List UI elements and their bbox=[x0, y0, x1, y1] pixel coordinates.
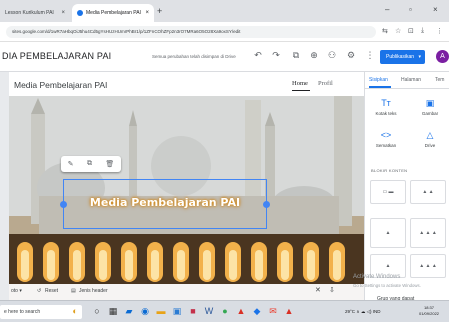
browser-tab-strip: Lesson Kurikulum PAI × Media Pembelajara… bbox=[0, 0, 449, 22]
publish-label: Publikasikan bbox=[386, 54, 415, 60]
tab-halaman[interactable]: Halaman bbox=[401, 77, 421, 83]
tab-tema[interactable]: Tem bbox=[435, 77, 444, 83]
text-box-floating-toolbar: ✎ ⧉ 🗑 bbox=[61, 156, 121, 172]
nav-home[interactable]: Home bbox=[292, 80, 308, 87]
header-type-button[interactable]: Jenis header bbox=[79, 288, 108, 294]
settings-gear-icon[interactable]: ⚙ bbox=[345, 50, 357, 61]
task-view-icon[interactable]: ▦ bbox=[108, 306, 118, 317]
duplicate-icon[interactable]: ⧉ bbox=[87, 160, 92, 168]
content-blocks-heading: BLOKIR KONTEN bbox=[371, 168, 408, 173]
address-bar-row: sites.google.com/d/1wR7aHbqOiJ5hu4Cd5gYs… bbox=[0, 22, 449, 42]
activate-windows-subtext: Go to Settings to activate Windows. bbox=[353, 283, 421, 288]
redo-icon[interactable]: ↷ bbox=[270, 50, 282, 61]
address-bar-input[interactable]: sites.google.com/d/1wR7aHbqOiJ5hu4Cd5gYs… bbox=[6, 26, 376, 38]
app-icon-3[interactable]: ✉ bbox=[268, 306, 278, 317]
new-tab-icon[interactable]: + bbox=[157, 6, 162, 16]
screen: Lesson Kurikulum PAI × Media Pembelajara… bbox=[0, 0, 449, 322]
layout-block-1[interactable]: ▭ ▬ bbox=[370, 180, 406, 204]
insert-text-box[interactable]: Tт Kotak teks bbox=[369, 98, 403, 116]
extensions-icon[interactable]: ⊡ bbox=[408, 27, 414, 35]
system-tray[interactable]: 29°C ∧ ☁ ◁) IND bbox=[345, 309, 381, 315]
tab-label: Lesson Kurikulum PAI bbox=[5, 10, 54, 16]
expand-icon[interactable]: ✕ bbox=[315, 286, 321, 294]
mail-icon[interactable]: ▰ bbox=[124, 306, 134, 317]
publish-button[interactable]: Publikasikan ▾ bbox=[380, 50, 425, 64]
translate-icon[interactable]: ⇆ bbox=[382, 27, 388, 35]
file-explorer-icon[interactable]: ▬ bbox=[156, 306, 166, 317]
nav-profil[interactable]: Profil bbox=[318, 80, 333, 87]
sites-editor-toolbar: DIA PEMBELAJARAN PAI Semua perubahan tel… bbox=[0, 42, 449, 72]
windows-taskbar: e here to search ◐ ○ ▦ ▰ ◉ ▬ ▣ ■ W ● ▲ ◆… bbox=[0, 300, 449, 322]
acrobat-icon[interactable]: ▲ bbox=[284, 306, 294, 317]
insert-embed[interactable]: <> Sematkan bbox=[369, 130, 403, 148]
insert-item-label: Sematkan bbox=[375, 143, 397, 148]
site-header: Media Pembelajaran PAI Home Profil bbox=[9, 72, 364, 96]
insert-image[interactable]: ▣ Gambar bbox=[413, 98, 447, 116]
reset-icon[interactable]: ↺ bbox=[37, 288, 41, 294]
app-icon[interactable]: ▲ bbox=[236, 306, 246, 317]
tab-sisipkan[interactable]: Sisipkan bbox=[369, 77, 388, 83]
insert-item-label: Kotak teks bbox=[375, 111, 397, 116]
image-options-dropdown[interactable]: oto ▾ bbox=[11, 288, 22, 294]
weather-icon[interactable]: ◐ bbox=[70, 306, 80, 317]
save-status: Semua perubahan telah disimpan di Drive bbox=[152, 54, 236, 59]
copy-link-icon[interactable]: ⊕ bbox=[308, 50, 320, 61]
canvas-gutter bbox=[0, 72, 9, 300]
activate-windows-watermark: Activate Windows bbox=[353, 274, 401, 280]
tab-close-icon[interactable]: × bbox=[61, 10, 65, 16]
hero-title[interactable]: Media Pembelajaran PAI bbox=[63, 196, 267, 209]
app-icon-2[interactable]: ◆ bbox=[252, 306, 262, 317]
edit-pencil-icon[interactable]: ✎ bbox=[68, 160, 74, 168]
store-icon[interactable]: ▣ bbox=[172, 306, 182, 317]
download-icon[interactable]: ⤓ bbox=[421, 27, 424, 35]
scroll-down-icon[interactable]: ⇩ bbox=[329, 286, 335, 294]
minimize-icon[interactable]: – bbox=[385, 5, 389, 14]
header-edit-toolbar: oto ▾ ↺ Reset ▤ Jenis header ✕ ⇩ bbox=[9, 284, 364, 300]
more-options-icon[interactable]: ⋮ bbox=[364, 50, 376, 61]
powerpoint-icon[interactable]: ■ bbox=[188, 306, 198, 317]
taskbar-clock[interactable]: 18:37 01/09/2022 bbox=[419, 305, 439, 317]
insert-side-panel: Sisipkan Halaman Tem Tт Kotak teks ▣ Gam… bbox=[364, 72, 449, 300]
edge-icon[interactable]: ◉ bbox=[140, 306, 150, 317]
preview-icon[interactable]: ⧉ bbox=[290, 50, 302, 61]
bookmark-star-icon[interactable]: ☆ bbox=[395, 27, 401, 35]
chevron-down-icon[interactable]: ▾ bbox=[418, 50, 421, 64]
header-type-icon[interactable]: ▤ bbox=[71, 288, 76, 294]
insert-drive[interactable]: △ Drive bbox=[413, 130, 447, 148]
browser-tab-kurikulum[interactable]: Lesson Kurikulum PAI × bbox=[0, 4, 70, 22]
tab-close-icon[interactable]: × bbox=[145, 10, 149, 16]
hero-banner[interactable]: ✎ ⧉ 🗑 Media Pembelajaran PAI oto ▾ ↺ Res… bbox=[9, 96, 364, 300]
tab-label: Media Pembelajaran PAI bbox=[86, 10, 141, 16]
site-canvas: Media Pembelajaran PAI Home Profil ✎ ⧉ 🗑… bbox=[9, 72, 364, 300]
layout-block-3[interactable]: ▲ bbox=[370, 218, 406, 248]
text-box-icon: Tт bbox=[381, 98, 391, 108]
share-icon[interactable]: ⚇ bbox=[326, 50, 338, 61]
drive-icon: △ bbox=[426, 130, 434, 140]
image-icon: ▣ bbox=[425, 98, 435, 108]
site-document-title[interactable]: DIA PEMBELAJARAN PAI bbox=[2, 51, 111, 61]
layout-block-2[interactable]: ▲ ▲ bbox=[410, 180, 446, 204]
insert-item-label: Drive bbox=[424, 143, 436, 148]
undo-icon[interactable]: ↶ bbox=[252, 50, 264, 61]
word-icon[interactable]: W bbox=[204, 306, 214, 317]
browser-tab-media-pembelajaran[interactable]: Media Pembelajaran PAI × bbox=[72, 4, 154, 22]
browser-menu-icon[interactable]: ⋮ bbox=[436, 27, 443, 35]
layout-block-6[interactable]: ▲ ▲ ▲ bbox=[410, 254, 446, 278]
sites-favicon-icon bbox=[77, 10, 83, 16]
nav-active-underline bbox=[292, 90, 310, 91]
delete-trash-icon[interactable]: 🗑 bbox=[105, 160, 114, 168]
panel-divider bbox=[365, 88, 449, 89]
search-icon[interactable]: ○ bbox=[92, 306, 102, 317]
insert-item-label: Gambar bbox=[421, 111, 439, 116]
embed-code-icon: <> bbox=[380, 130, 392, 140]
maximize-icon[interactable]: ▫ bbox=[409, 5, 412, 14]
site-name[interactable]: Media Pembelajaran PAI bbox=[14, 80, 107, 90]
layout-block-4[interactable]: ▲ ▲ ▲ bbox=[410, 218, 446, 248]
avatar[interactable]: A bbox=[436, 50, 449, 63]
clock-date: 01/09/2022 bbox=[419, 311, 440, 316]
reset-button[interactable]: Reset bbox=[45, 288, 58, 294]
chrome-icon[interactable]: ● bbox=[220, 306, 230, 317]
close-window-icon[interactable]: × bbox=[433, 5, 438, 14]
